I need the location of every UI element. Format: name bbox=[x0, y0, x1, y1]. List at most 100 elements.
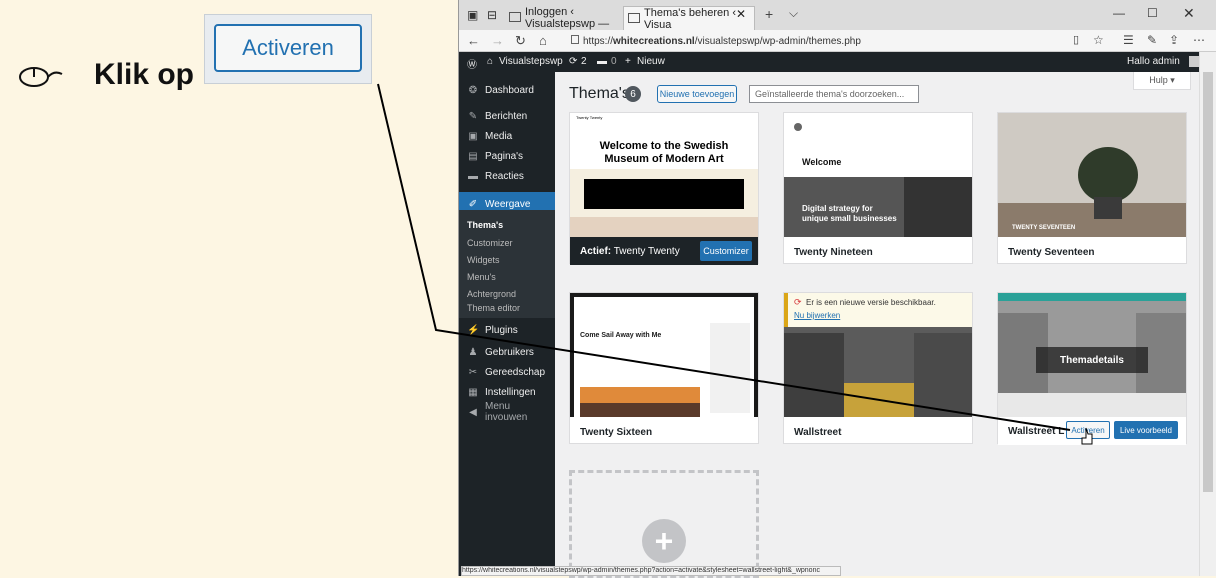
dashboard-icon: ❂ bbox=[468, 84, 478, 96]
settings-icon: ▦ bbox=[468, 386, 478, 398]
instruction-panel: Klik op Activeren bbox=[0, 0, 458, 576]
sidebar-item-dashboard[interactable]: ❂ Dashboard bbox=[459, 80, 555, 100]
url-path: /visualstepswp/wp-admin/themes.php bbox=[694, 35, 861, 47]
active-theme-bar: Actief: Twenty Twenty Customizer bbox=[570, 237, 758, 265]
minimize-icon[interactable]: — bbox=[1113, 6, 1125, 20]
scrollbar-thumb[interactable] bbox=[1203, 72, 1213, 492]
add-theme-tile[interactable]: + bbox=[569, 470, 759, 578]
live-preview-button[interactable]: Live voorbeeld bbox=[1114, 421, 1178, 439]
favorite-star-icon[interactable]: ☆ bbox=[1093, 33, 1104, 47]
sidebar-item-collapse[interactable]: ◀ Menu invouwen bbox=[459, 401, 555, 423]
close-tab-icon[interactable]: ✕ bbox=[736, 7, 746, 21]
theme-card-twenty-twenty[interactable]: Welcome to the Swedish Museum of Modern … bbox=[569, 112, 759, 265]
refresh-icon[interactable]: ↻ bbox=[515, 33, 526, 49]
url-field[interactable]: https://whitecreations.nl/visualstepswp/… bbox=[569, 32, 1089, 50]
instruction-text: Klik op bbox=[94, 58, 195, 91]
submenu-menus[interactable]: Menu's bbox=[467, 272, 496, 282]
help-tab[interactable]: Hulp ▾ bbox=[1133, 72, 1191, 90]
maximize-icon[interactable]: ☐ bbox=[1147, 6, 1158, 20]
wordpress-logo-icon[interactable]: Ⓦ bbox=[467, 56, 477, 71]
svg-text:Come Sail Away with Me: Come Sail Away with Me bbox=[580, 332, 661, 339]
chevron-down-icon[interactable]: ⌵ bbox=[789, 6, 798, 21]
activate-button[interactable]: Activeren bbox=[1066, 421, 1110, 439]
comments-count[interactable]: 0 bbox=[611, 56, 617, 67]
avatar[interactable] bbox=[1189, 56, 1199, 67]
update-now-link[interactable]: Nu bijwerken bbox=[794, 311, 840, 320]
tab-label: Inloggen ‹ Visualstepswp — bbox=[525, 6, 610, 30]
wrench-icon: ✂ bbox=[468, 366, 478, 378]
theme-count-badge: 6 bbox=[625, 86, 641, 102]
submenu-achtergrond[interactable]: Achtergrond bbox=[467, 289, 516, 299]
submenu-widgets[interactable]: Widgets bbox=[467, 255, 500, 265]
plus-icon: + bbox=[625, 56, 631, 67]
theme-screenshot: TWENTY SEVENTEEN bbox=[998, 113, 1186, 237]
add-new-button[interactable]: Nieuwe toevoegen bbox=[657, 85, 737, 103]
submenu-themas[interactable]: Thema's bbox=[467, 220, 503, 230]
sidebar-item-label: Plugins bbox=[485, 324, 518, 336]
forward-icon[interactable]: → bbox=[491, 33, 504, 48]
home-icon[interactable]: ⌂ bbox=[539, 33, 547, 48]
svg-text:Museum of Modern Art: Museum of Modern Art bbox=[604, 153, 724, 165]
sidebar-item-paginas[interactable]: ▤ Pagina's bbox=[459, 146, 555, 166]
active-prefix: Actief: bbox=[580, 246, 612, 257]
new-menu[interactable]: Nieuw bbox=[637, 56, 665, 67]
sidebar-item-berichten[interactable]: ✎ Berichten bbox=[459, 106, 555, 126]
submenu-customizer[interactable]: Customizer bbox=[467, 238, 513, 248]
svg-text:TWENTY SEVENTEEN: TWENTY SEVENTEEN bbox=[1012, 225, 1075, 231]
sidebar-item-instellingen[interactable]: ▦ Instellingen bbox=[459, 382, 555, 402]
sidebar-item-media[interactable]: ▣ Media bbox=[459, 126, 555, 146]
comment-icon: ▬ bbox=[597, 56, 607, 67]
tab-actions-icon[interactable]: ▣ bbox=[467, 8, 478, 22]
theme-details-overlay[interactable]: Themadetails bbox=[1036, 347, 1148, 373]
submenu-thema-editor[interactable]: Thema editor bbox=[467, 303, 520, 313]
pen-icon[interactable]: ✎ bbox=[1147, 33, 1157, 47]
back-icon[interactable]: ← bbox=[467, 33, 480, 48]
url-host: whitecreations.nl bbox=[613, 35, 695, 47]
more-icon[interactable]: ⋯ bbox=[1193, 33, 1205, 47]
page-title: Thema's bbox=[569, 85, 630, 102]
theme-card-wallstreet[interactable]: ⟳ Er is een nieuwe versie beschikbaar. N… bbox=[783, 292, 973, 444]
theme-card-twenty-seventeen[interactable]: TWENTY SEVENTEEN Twenty Seventeen bbox=[997, 112, 1187, 264]
sidebar-item-label: Gereedschap bbox=[485, 366, 546, 378]
sidebar-item-reacties[interactable]: ▬ Reacties bbox=[459, 166, 555, 186]
theme-search-input[interactable]: Geïnstalleerde thema's doorzoeken... bbox=[749, 85, 919, 103]
browser-window: ▣ ⊟ Inloggen ‹ Visualstepswp — Thema's b… bbox=[458, 0, 1216, 578]
svg-text:Welcome to the Swedish: Welcome to the Swedish bbox=[600, 140, 729, 152]
sidebar-item-plugins[interactable]: ⚡ Plugins bbox=[459, 320, 555, 340]
theme-name: Twenty Sixteen bbox=[580, 427, 653, 438]
tab-inloggen[interactable]: Inloggen ‹ Visualstepswp — bbox=[505, 6, 625, 30]
site-name[interactable]: Visualstepswp bbox=[499, 56, 563, 67]
brush-icon: ✐ bbox=[468, 198, 478, 210]
theme-name: Twenty Twenty bbox=[613, 246, 680, 257]
sidebar-item-label: Dashboard bbox=[485, 84, 534, 96]
update-notice-text: Er is een nieuwe versie beschikbaar. bbox=[806, 298, 936, 307]
customizer-button[interactable]: Customizer bbox=[700, 241, 752, 261]
close-window-icon[interactable]: ✕ bbox=[1183, 5, 1195, 22]
theme-card-twenty-sixteen[interactable]: Come Sail Away with Me Twenty Sixteen bbox=[569, 292, 759, 444]
submenu: Thema's Customizer Widgets Menu's Achter… bbox=[459, 210, 555, 318]
plugin-icon: ⚡ bbox=[467, 324, 480, 336]
new-tab-button[interactable]: + bbox=[765, 6, 773, 22]
set-aside-icon[interactable]: ⊟ bbox=[487, 8, 497, 22]
greeting[interactable]: Hallo admin bbox=[1127, 56, 1180, 67]
themes-content: Hulp ▾ Thema's 6 Nieuwe toevoegen Geïnst… bbox=[555, 72, 1199, 578]
sidebar-item-gebruikers[interactable]: ♟ Gebruikers bbox=[459, 342, 555, 362]
theme-card-twenty-nineteen[interactable]: Welcome Digital strategy for unique smal… bbox=[783, 112, 973, 264]
page-icon: ▤ bbox=[468, 150, 478, 162]
pin-icon: ✎ bbox=[468, 110, 478, 122]
updates-count[interactable]: 2 bbox=[581, 56, 587, 67]
comment-icon: ▬ bbox=[468, 170, 478, 182]
svg-text:unique small businesses: unique small businesses bbox=[802, 214, 897, 223]
theme-card-wallstreet-light[interactable]: Themadetails Wallstreet L Activeren Live… bbox=[997, 292, 1187, 445]
favorites-icon[interactable]: ☰ bbox=[1123, 33, 1134, 47]
share-icon[interactable]: ⇪ bbox=[1169, 33, 1179, 47]
svg-text:Twenty Twenty: Twenty Twenty bbox=[576, 115, 602, 120]
collapse-icon: ◀ bbox=[469, 406, 477, 418]
sidebar-item-gereedschap[interactable]: ✂ Gereedschap bbox=[459, 362, 555, 382]
reading-view-icon[interactable]: ▯ bbox=[1073, 33, 1079, 46]
theme-screenshot: Welcome to the Swedish Museum of Modern … bbox=[570, 113, 758, 237]
wp-admin-bar: Ⓦ ⌂ Visualstepswp ⟳ 2 ▬ 0 + Nieuw Hallo … bbox=[459, 52, 1216, 72]
theme-name: Twenty Nineteen bbox=[794, 247, 873, 258]
tab-themas[interactable]: Thema's beheren ‹ Visua ✕ bbox=[623, 6, 755, 31]
users-icon: ♟ bbox=[468, 346, 478, 358]
